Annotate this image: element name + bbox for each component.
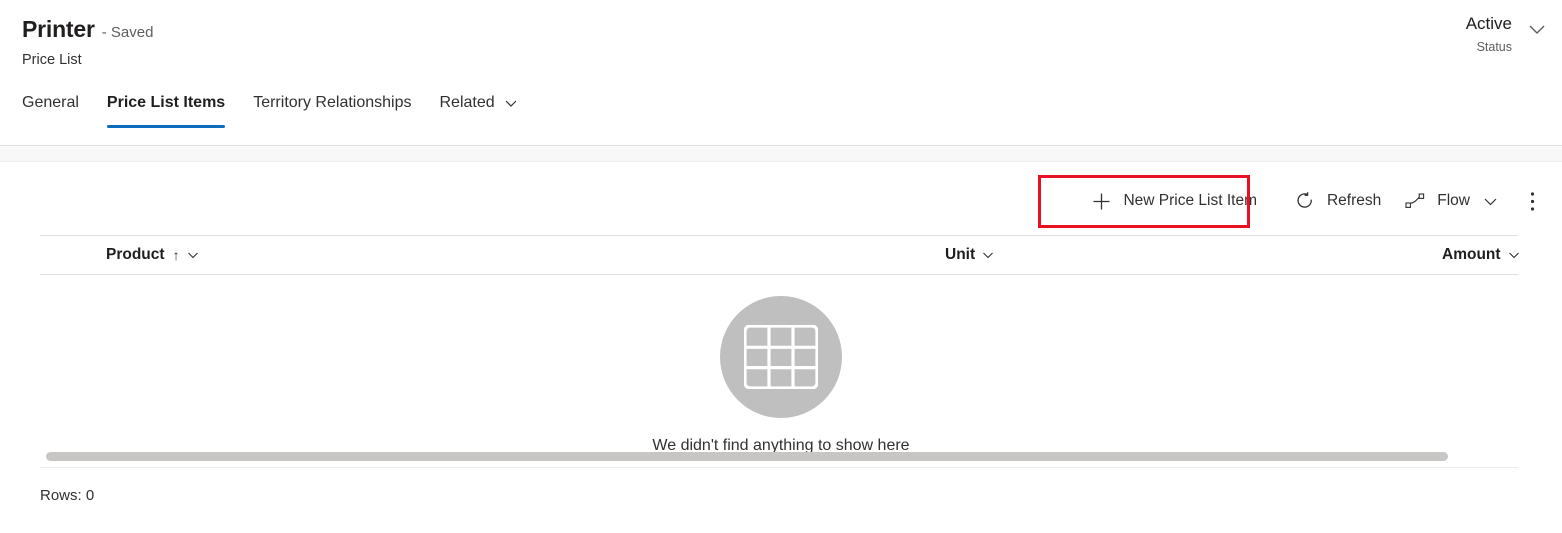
tab-territory-relationships[interactable]: Territory Relationships [239,94,425,128]
table-grid-icon [720,296,842,418]
column-header-label: Amount [1442,246,1501,263]
grid-empty-state: We didn't find anything to show here [0,296,1562,455]
column-header-amount[interactable]: Amount [1442,236,1521,274]
saved-state-text: - Saved [101,24,154,41]
sort-ascending-arrow-icon: ↑ [172,247,180,263]
refresh-icon [1295,191,1315,211]
status-texts: Active Status [1466,14,1512,54]
new-price-list-item-label: New Price List Item [1123,192,1257,209]
tab-general[interactable]: General [22,94,93,128]
more-commands-button[interactable] [1521,180,1544,223]
plus-icon [1092,192,1111,211]
command-bar: New Price List Item Refresh Flow [0,170,1562,232]
column-header-label: Unit [945,246,976,263]
column-header-product[interactable]: Product ↑ [106,236,200,274]
chevron-down-icon[interactable] [981,248,995,262]
chevron-down-icon [1482,193,1499,210]
grid-header-divider [40,274,1518,275]
grid-column-header-row: Product ↑ Unit Amount [0,236,1562,274]
chevron-down-icon[interactable] [1526,18,1548,40]
flow-label: Flow [1437,192,1470,209]
flow-icon [1405,192,1425,210]
refresh-button[interactable]: Refresh [1283,180,1393,222]
record-header: Printer - Saved Price List Active Status… [0,0,1562,145]
entity-type-label: Price List [22,52,82,68]
tab-label: Territory Relationships [253,94,412,111]
status-label: Status [1476,40,1512,54]
new-price-list-item-button[interactable]: New Price List Item [1080,181,1269,222]
chevron-down-icon [503,95,519,111]
tab-label: Price List Items [106,94,226,111]
tab-price-list-items[interactable]: Price List Items [93,94,239,128]
more-vertical-icon [1530,191,1535,216]
column-header-unit[interactable]: Unit [945,236,995,274]
section-separator-band [0,146,1562,161]
tab-label: General [22,94,79,111]
horizontal-scrollbar-thumb[interactable] [46,452,1448,461]
column-header-label: Product [106,246,165,263]
tab-related[interactable]: Related [425,94,532,128]
tab-label: Related [439,94,495,111]
status-block: Active Status [1466,14,1548,54]
active-tab-indicator [106,125,226,128]
rows-count-label: Rows: 0 [40,487,95,504]
page-title: Printer [22,16,95,42]
status-value: Active [1465,14,1512,33]
record-title-block: Printer - Saved Price List [22,16,153,68]
chevron-down-icon[interactable] [1507,248,1521,262]
chevron-down-icon[interactable] [186,248,200,262]
section-separator-edge [0,161,1562,162]
tabstrip: General Price List Items Territory Relat… [22,94,533,128]
record-title-line: Printer - Saved [22,16,153,43]
refresh-label: Refresh [1326,192,1382,209]
grid-footer-divider [40,467,1518,468]
flow-button[interactable]: Flow [1393,181,1511,221]
